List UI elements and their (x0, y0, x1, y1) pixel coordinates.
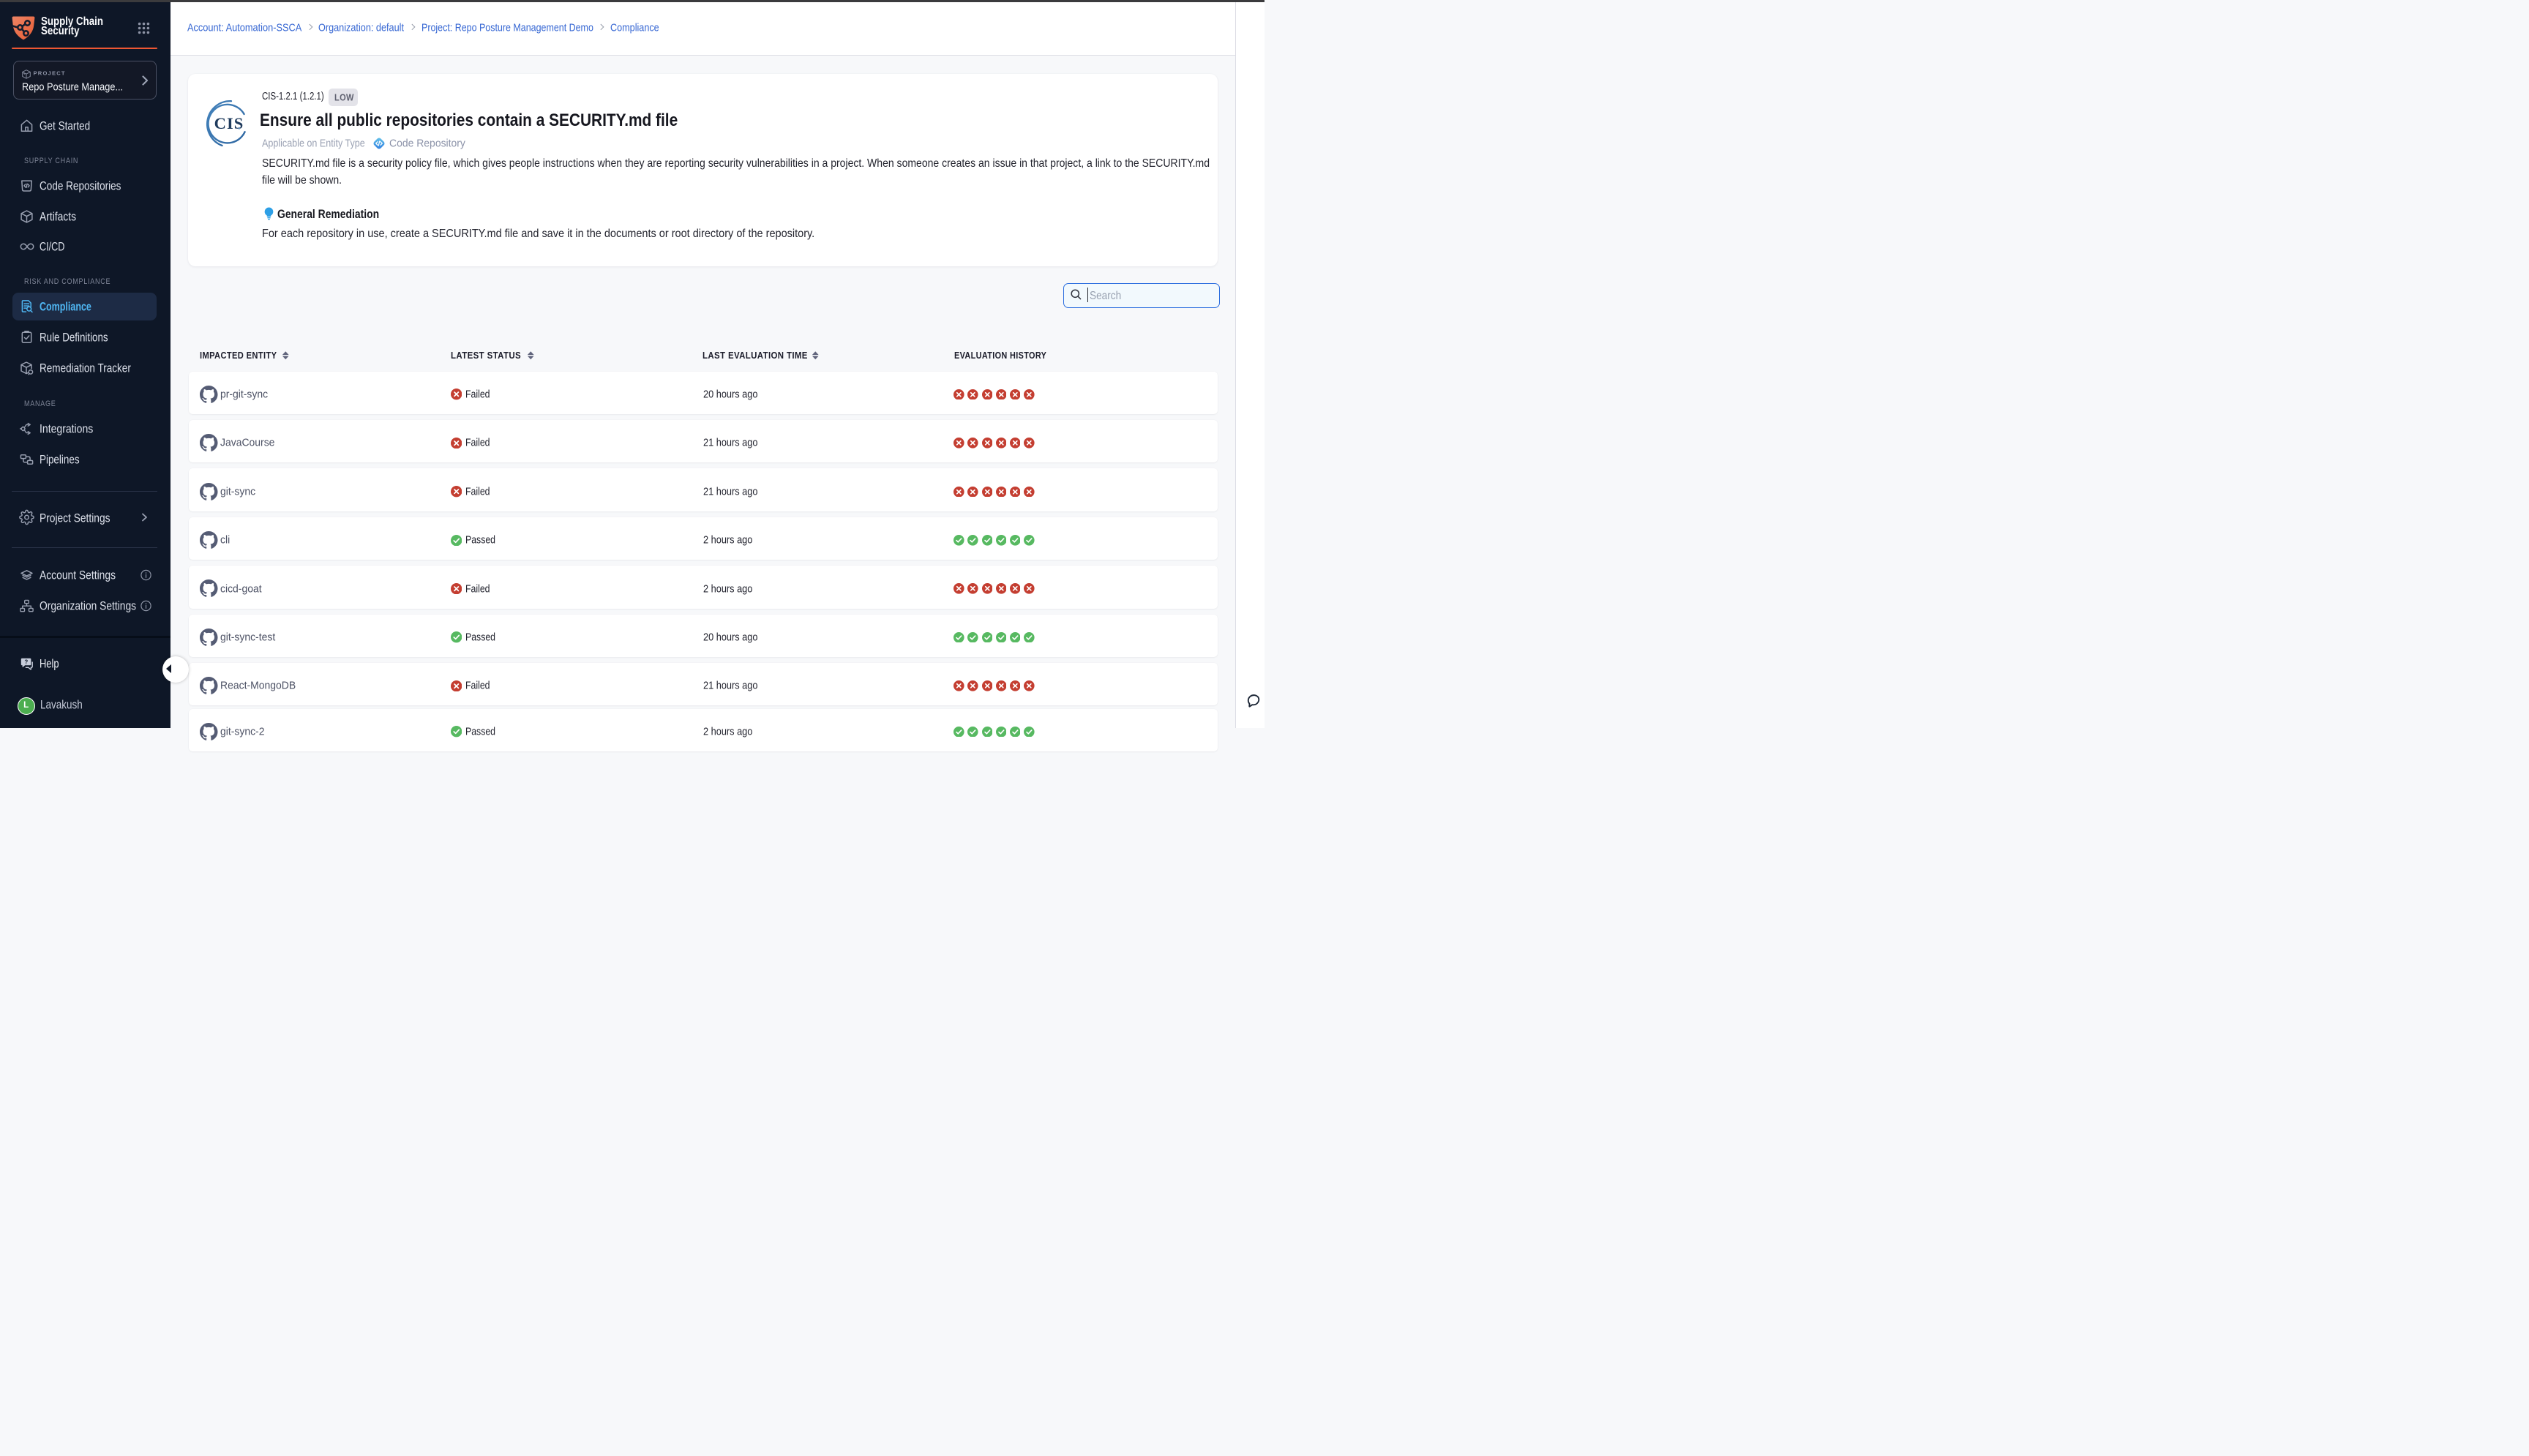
svg-text:CIS: CIS (214, 114, 244, 132)
svg-text:?: ? (24, 658, 28, 665)
